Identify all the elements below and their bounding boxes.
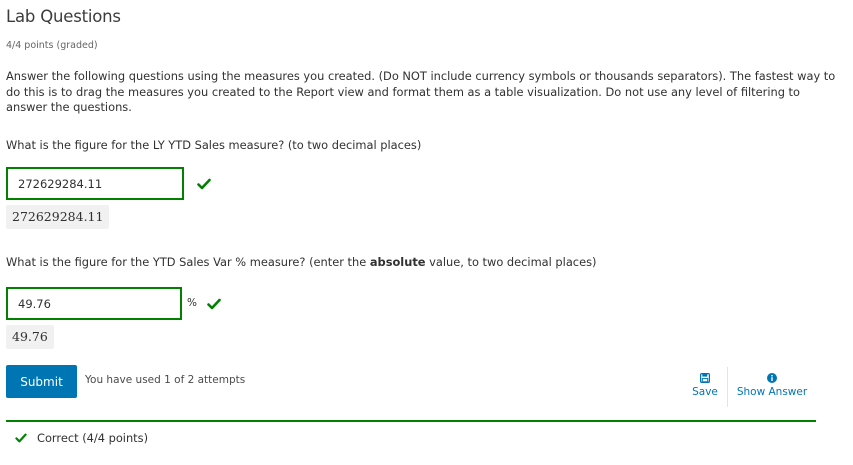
attempts-text: You have used 1 of 2 attempts [85, 374, 246, 386]
question-1-label: What is the figure for the LY YTD Sales … [6, 138, 422, 152]
question-2-label-start: What is the figure for the YTD Sales Var… [6, 255, 370, 269]
check-icon [197, 178, 211, 190]
question-2-label-emphasis: absolute [369, 255, 426, 269]
check-icon [15, 433, 27, 443]
submit-button[interactable]: Submit [6, 365, 77, 398]
question-1-preview: 272629284.11 [6, 205, 110, 229]
check-icon [207, 298, 221, 310]
show-answer-label: Show Answer [736, 386, 808, 398]
show-answer-button[interactable]: Show Answer [735, 373, 809, 398]
action-divider [727, 367, 728, 407]
problem-instructions: Answer the following questions using the… [6, 69, 836, 114]
question-1-input[interactable] [6, 167, 184, 200]
save-label: Save [692, 386, 718, 398]
percent-unit: % [187, 297, 197, 309]
info-circle-icon [767, 373, 777, 383]
status-message: Correct (4/4 points) [37, 431, 149, 445]
points-label: 4/4 points (graded) [6, 40, 98, 51]
floppy-disk-icon [700, 373, 710, 383]
question-2-input[interactable] [6, 287, 182, 320]
problem-title: Lab Questions [6, 7, 121, 26]
save-button[interactable]: Save [690, 373, 720, 398]
question-2-label: What is the figure for the YTD Sales Var… [6, 255, 596, 269]
status-divider [6, 420, 816, 422]
question-2-label-end: value, to two decimal places) [425, 255, 597, 269]
question-2-preview: 49.76 [6, 325, 54, 349]
